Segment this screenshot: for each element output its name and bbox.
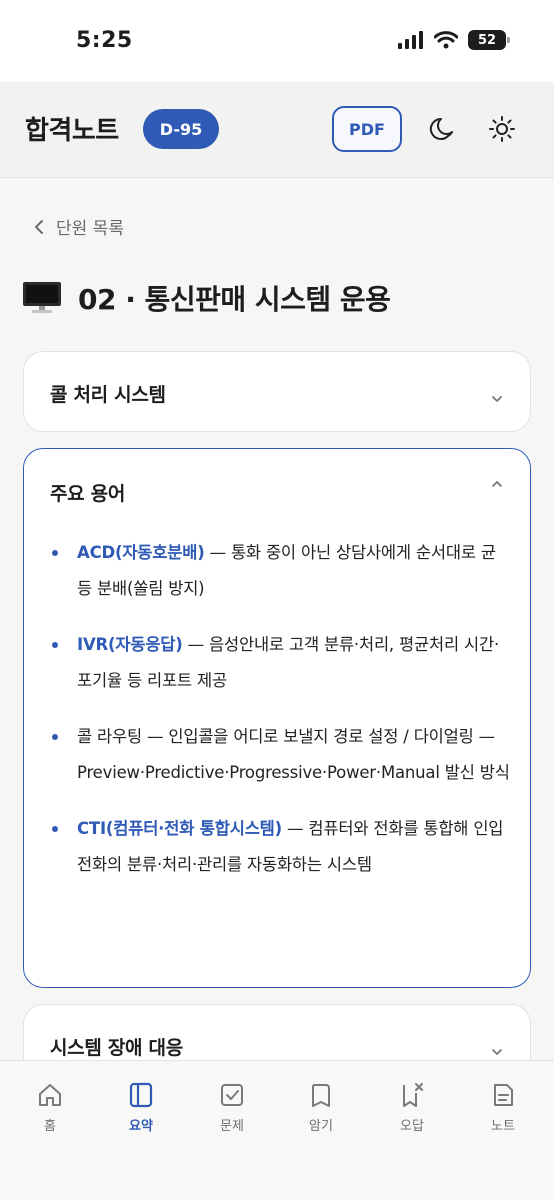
term-item: IVR(자동응답) — 음성안내로 고객 분류·처리, 평균처리 시간·포기율 … [50,627,510,699]
page-title: 02 · 통신판매 시스템 운용 [78,283,391,316]
home-icon [39,1084,61,1106]
section-key-terms[interactable]: 주요 용어 ACD(자동호분배) — 통화 중이 아닌 상담사에게 순서대로 균… [23,448,531,988]
term-name: CTI(컴퓨터·전화 통합시스템) [77,819,282,838]
light-mode-sun-icon[interactable] [487,114,517,144]
wrong-answer-icon [403,1083,423,1107]
tab-label: 오답 [400,1119,424,1134]
section-title: 시스템 장애 대응 [50,1037,183,1059]
tab-label: 암기 [309,1119,333,1134]
page-title-row: 02 · 통신판매 시스템 운용 [22,278,391,318]
app-header: 합격노트 D-95 PDF [0,82,554,178]
pdf-button[interactable]: PDF [332,106,402,152]
wifi-icon [434,31,458,49]
tab-label: 요약 [129,1119,153,1134]
term-item: 콜 라우팅 — 인입콜을 어디로 보낼지 경로 설정 / 다이얼링 — Prev… [50,719,510,791]
status-icons: 52 [398,30,510,50]
chevron-down-icon [492,1049,502,1055]
tab-label: 문제 [220,1119,244,1134]
bottom-tab-bar: 홈 요약 문제 암기 오답 노트 [0,1060,554,1200]
dark-mode-moon-icon[interactable] [428,114,458,144]
tab-quiz[interactable]: 문제 [192,1081,272,1134]
term-description: 콜 라우팅 — 인입콜을 어디로 보낼지 경로 설정 / 다이얼링 — Prev… [77,727,510,782]
tab-notes[interactable]: 노트 [463,1081,543,1134]
tab-wrong-answers[interactable]: 오답 [372,1081,452,1134]
status-time: 5:25 [76,28,133,53]
tab-label: 홈 [44,1119,56,1134]
section-title: 콜 처리 시스템 [50,384,166,406]
breadcrumb-back[interactable]: 단원 목록 [34,214,124,239]
tab-home[interactable]: 홈 [10,1081,90,1134]
chevron-left-icon [35,219,43,234]
breadcrumb-label: 단원 목록 [56,219,124,239]
term-list: ACD(자동호분배) — 통화 중이 아닌 상담사에게 순서대로 균등 분배(쏠… [50,535,510,903]
quiz-icon [221,1084,243,1106]
app-title: 합격노트 [25,116,119,146]
section-title: 주요 용어 [50,483,126,505]
signal-icon [398,31,423,49]
term-item: CTI(컴퓨터·전화 통합시스템) — 컴퓨터와 전화를 통합해 인입 전화의 … [50,811,510,883]
tab-memorize[interactable]: 암기 [281,1081,361,1134]
status-bar: 5:25 52 [0,0,554,82]
tab-summary[interactable]: 요약 [101,1081,181,1134]
term-name: ACD(자동호분배) [77,543,205,562]
battery-indicator: 52 [468,30,510,50]
section-call-processing[interactable]: 콜 처리 시스템 [23,351,531,432]
term-name: IVR(자동응답) [77,635,183,654]
chevron-down-icon [492,396,502,402]
tab-label: 노트 [491,1119,515,1134]
dday-badge: D-95 [143,109,219,149]
term-item: ACD(자동호분배) — 통화 중이 아닌 상담사에게 순서대로 균등 분배(쏠… [50,535,510,607]
summary-icon [129,1082,153,1108]
note-icon [494,1084,513,1106]
chevron-up-icon[interactable] [490,477,504,491]
memorize-icon [312,1084,330,1107]
computer-icon [23,282,61,313]
